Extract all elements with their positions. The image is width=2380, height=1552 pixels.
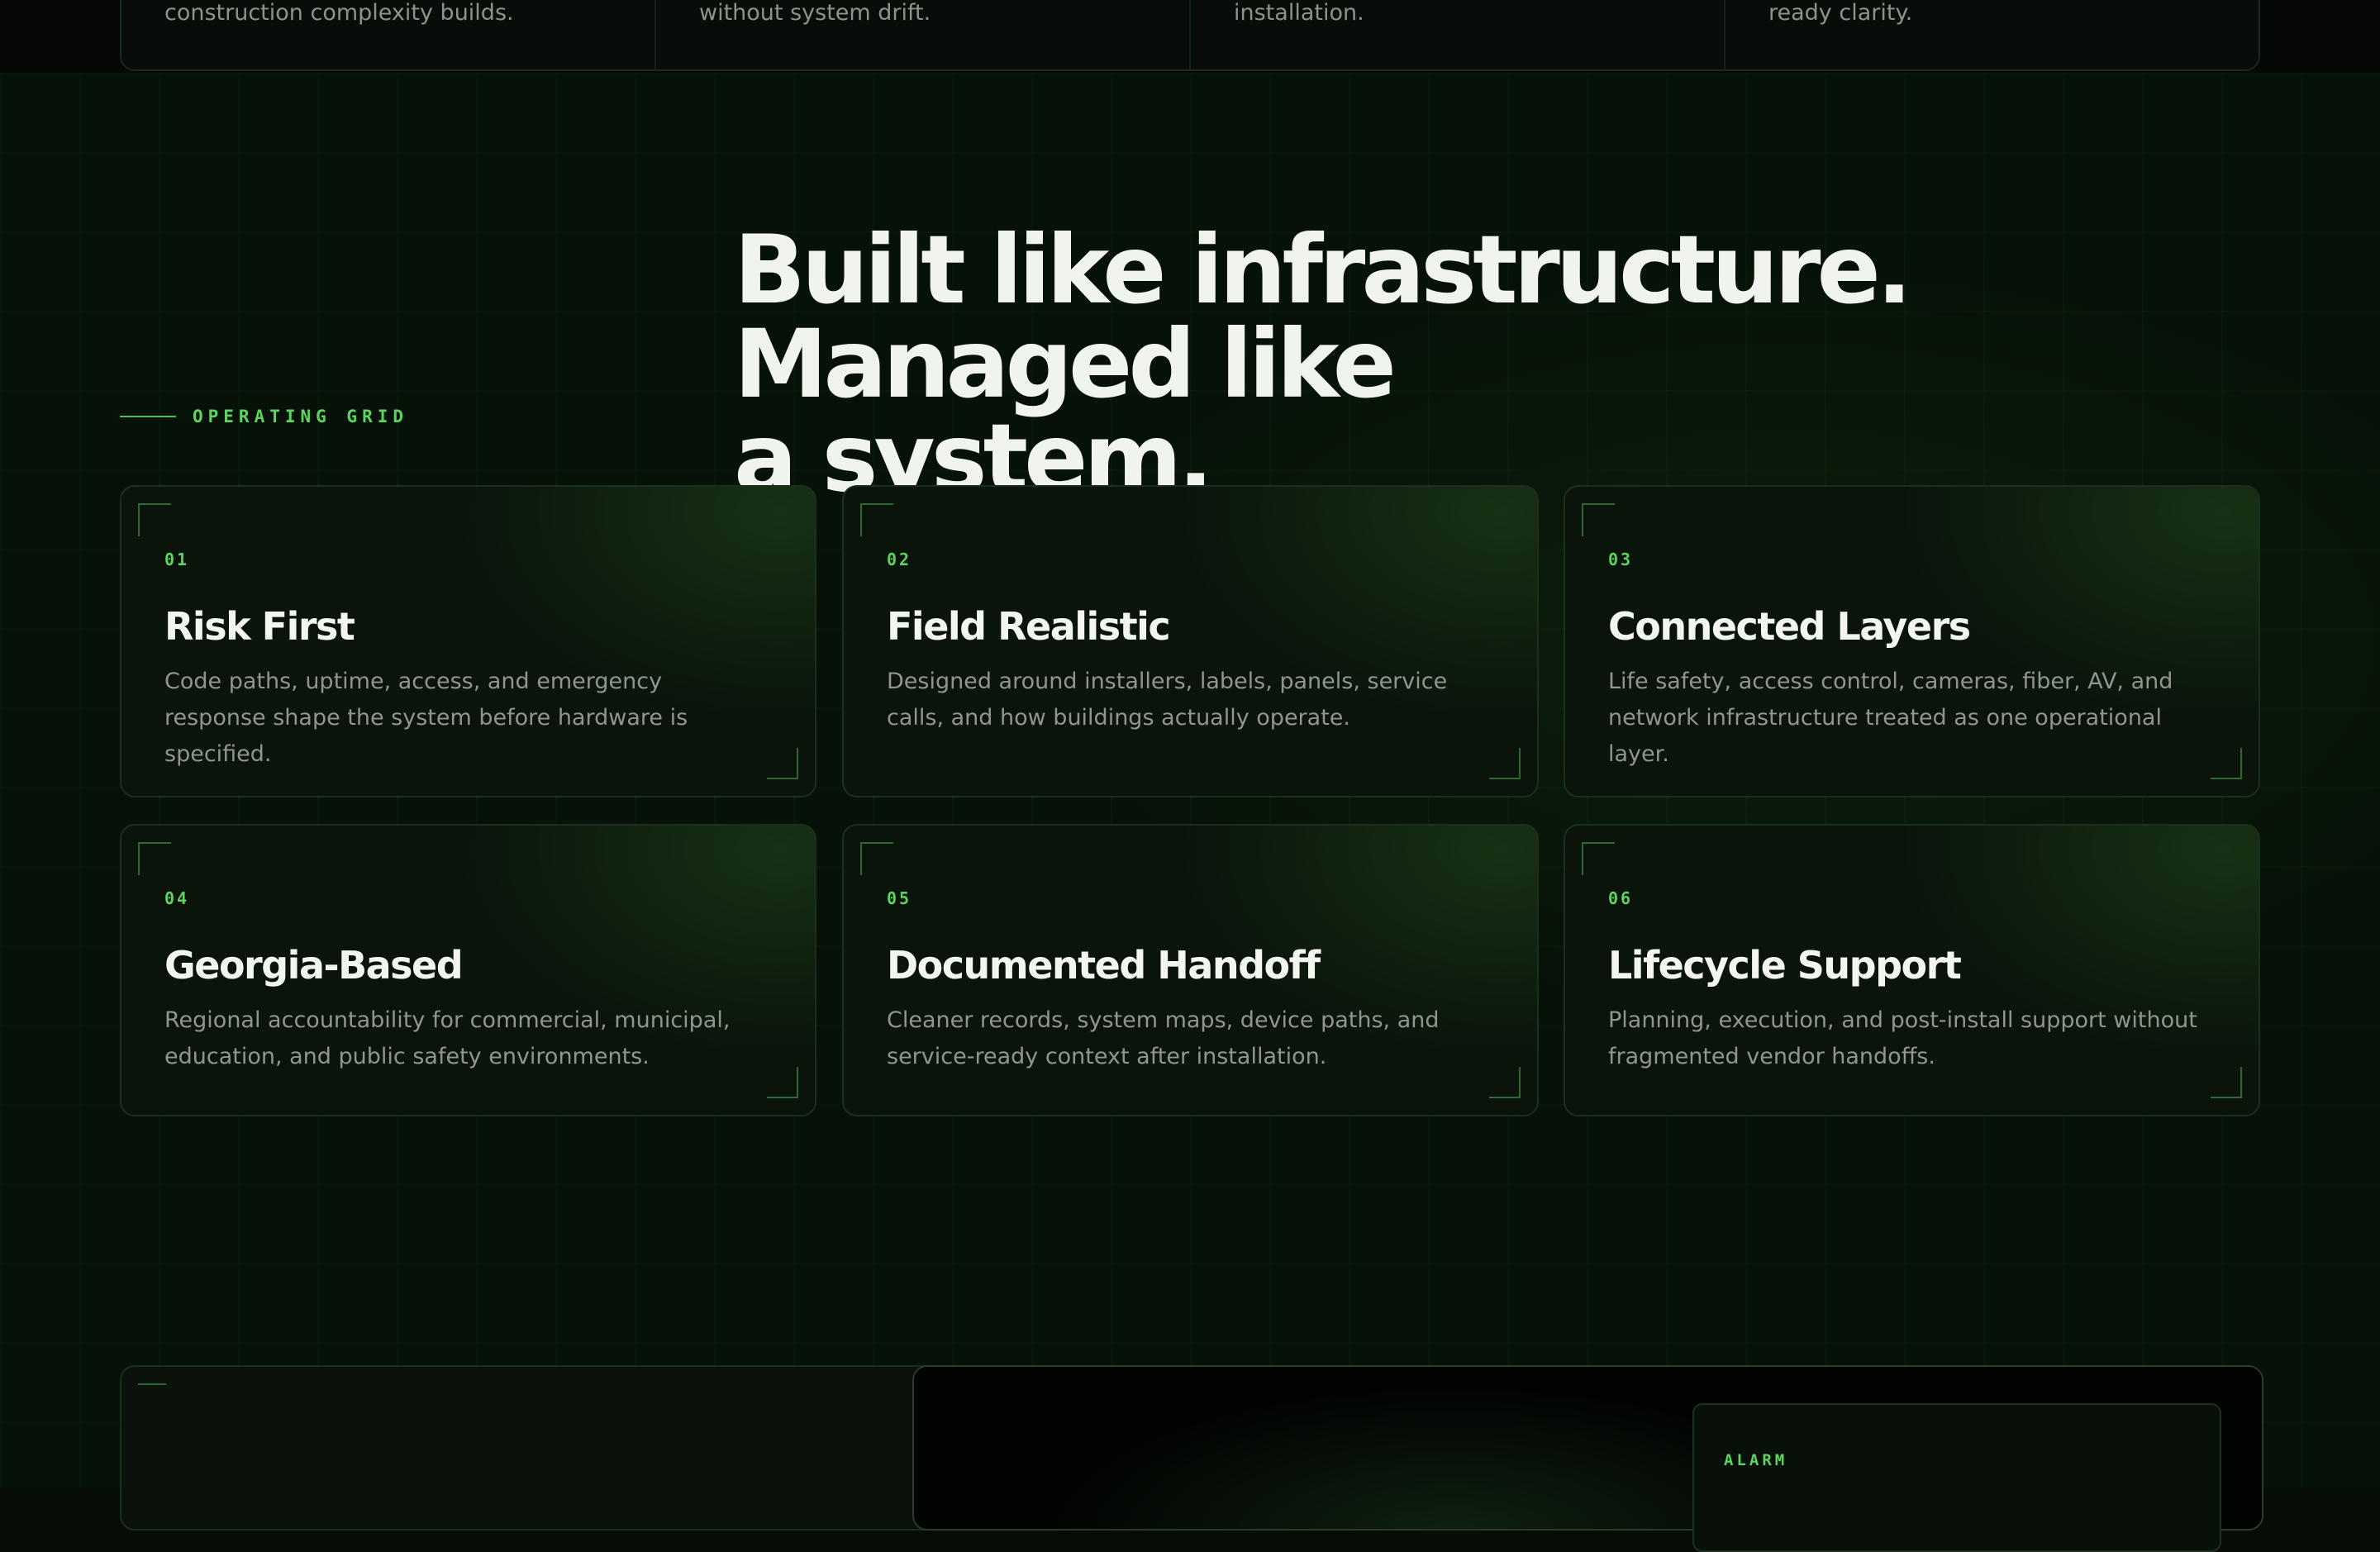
card-description: Life safety, access control, cameras, fi… [1608,669,2173,767]
feature-strip-text: ready clarity. [1768,0,1913,26]
card-number: 02 [887,550,912,569]
corner-bracket [1582,842,1615,875]
feature-card-field-realistic: 02 Field Realistic Designed around insta… [842,485,1539,797]
card-title: Documented Handoff [887,943,1321,988]
feature-strip: construction complexity builds. without … [120,0,2260,71]
corner-bracket [767,748,798,779]
feature-strip-cell: construction complexity builds. [121,0,656,69]
feature-strip-cell: ready clarity. [1726,0,2259,69]
system-preview-panel: ALARM [120,1365,2263,1552]
alarm-label: ALARM [1724,1451,1788,1469]
card-description: Planning, execution, and post-install su… [1608,1007,2197,1069]
feature-card-documented-handoff: 05 Documented Handoff Cleaner records, s… [842,824,1539,1116]
headline-line-1: Built like infrastructure. Managed like [734,215,1912,419]
corner-bracket [138,503,171,536]
corner-bracket [1582,503,1615,536]
card-number: 03 [1608,550,1634,569]
feature-strip-cell: installation. [1191,0,1726,69]
corner-bracket [860,842,893,875]
card-number: 06 [1608,888,1634,908]
eyebrow-label: OPERATING GRID [193,407,409,426]
feature-strip-text: without system drift. [699,0,931,26]
card-title: Risk First [164,604,355,649]
card-number: 05 [887,888,912,908]
card-description: Designed around installers, labels, pane… [887,669,1448,731]
corner-bracket [1489,748,1521,779]
card-number: 01 [164,550,190,569]
feature-card-georgia-based: 04 Georgia-Based Regional accountability… [120,824,816,1116]
feature-strip-text: installation. [1234,0,1364,26]
feature-strip-text: construction complexity builds. [164,0,514,26]
corner-bracket [2211,748,2242,779]
card-number: 04 [164,888,190,908]
corner-bracket [767,1067,798,1098]
feature-strip-cell: without system drift. [656,0,1191,69]
eyebrow-line [120,416,176,417]
feature-card-lifecycle-support: 06 Lifecycle Support Planning, execution… [1564,824,2260,1116]
alarm-card: ALARM [1692,1403,2221,1552]
feature-card-risk-first: 01 Risk First Code paths, uptime, access… [120,485,816,797]
card-title: Georgia-Based [164,943,464,988]
corner-bracket [860,503,893,536]
section-headline: Built like infrastructure. Managed like … [734,223,2304,506]
card-title: Field Realistic [887,604,1171,649]
feature-card-connected-layers: 03 Connected Layers Life safety, access … [1564,485,2260,797]
card-title: Connected Layers [1608,604,1971,649]
section-eyebrow: OPERATING GRID [120,407,408,426]
corner-bracket [1489,1067,1521,1098]
card-description: Cleaner records, system maps, device pat… [887,1007,1440,1069]
card-description: Code paths, uptime, access, and emergenc… [164,669,688,767]
corner-bracket [138,1383,166,1385]
card-title: Lifecycle Support [1608,943,1962,988]
corner-bracket [138,842,171,875]
system-screen: ALARM [912,1365,2263,1552]
corner-bracket [2211,1067,2242,1098]
card-description: Regional accountability for commercial, … [164,1007,731,1069]
